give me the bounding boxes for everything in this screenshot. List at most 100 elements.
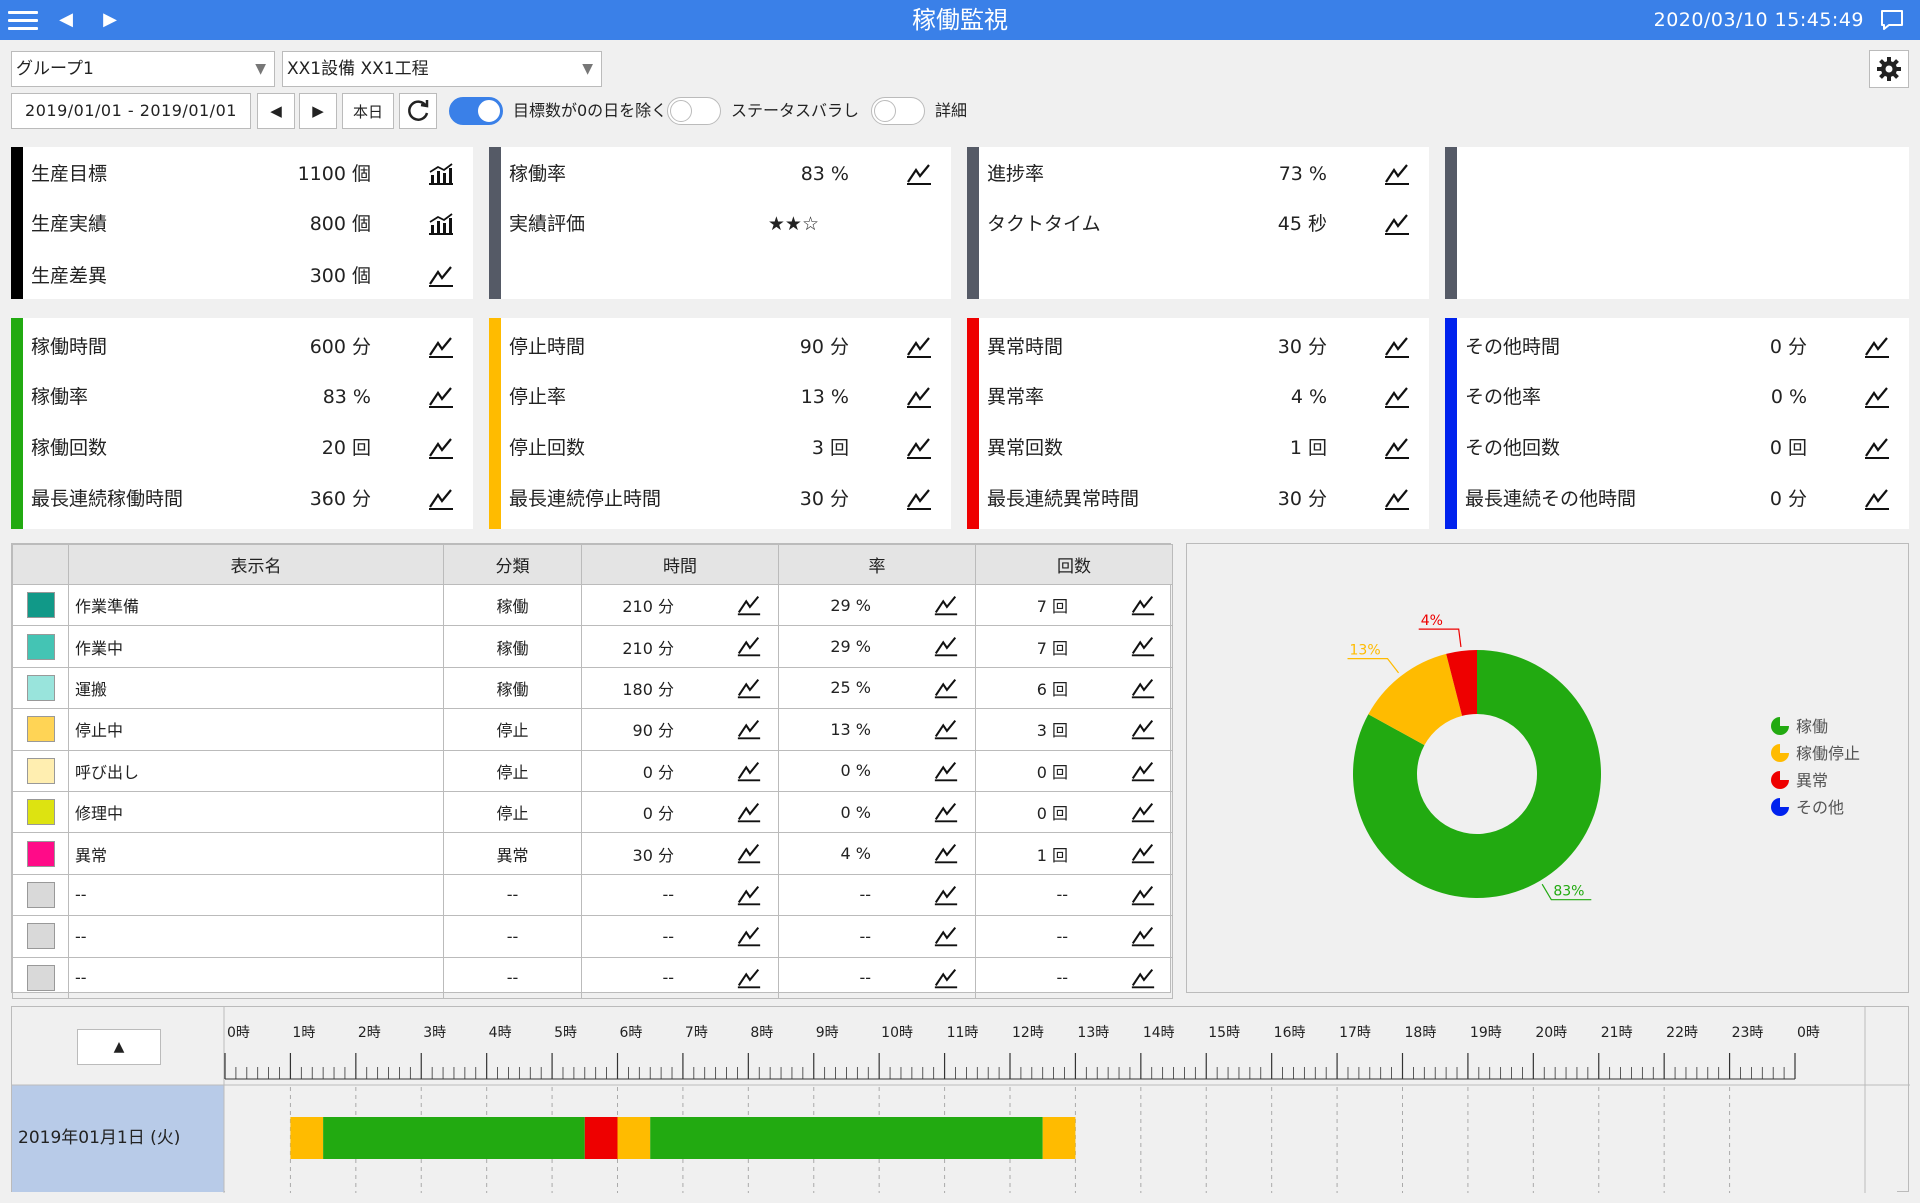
trend-line-icon[interactable]: [736, 883, 762, 907]
timeline-segment[interactable]: [1042, 1117, 1076, 1159]
slice-label: 4%: [1421, 613, 1443, 629]
kpi-label: 停止回数: [509, 437, 586, 459]
exclude-zero-target-toggle[interactable]: [449, 97, 503, 125]
trend-line-icon[interactable]: [736, 800, 762, 824]
trend-line-icon[interactable]: [427, 436, 455, 460]
trend-line-icon[interactable]: [933, 676, 959, 700]
hour-label: 5時: [554, 1025, 577, 1041]
status-rate: --: [859, 968, 871, 988]
status-breakdown-toggle[interactable]: [667, 97, 721, 125]
trend-line-icon[interactable]: [905, 335, 933, 359]
settings-button[interactable]: [1869, 50, 1909, 88]
group-select[interactable]: グループ1 ▼: [11, 51, 275, 87]
trend-line-icon[interactable]: [933, 924, 959, 948]
trend-line-icon[interactable]: [1383, 385, 1411, 409]
trend-line-icon[interactable]: [736, 634, 762, 658]
col-header-rate: 率: [778, 544, 976, 585]
trend-line-icon[interactable]: [905, 385, 933, 409]
date-range-input[interactable]: 2019/01/01 - 2019/01/01: [11, 93, 251, 129]
message-icon[interactable]: [1880, 9, 1904, 31]
col-header-name: 表示名: [68, 544, 444, 585]
trend-line-icon[interactable]: [736, 924, 762, 948]
detail-label: 詳細: [935, 101, 968, 120]
today-button[interactable]: 本日: [342, 93, 394, 129]
trend-line-icon[interactable]: [1130, 676, 1156, 700]
legend-item[interactable]: その他: [1771, 797, 1844, 817]
kpi-value: 30 分: [1277, 336, 1327, 358]
trend-line-icon[interactable]: [1383, 487, 1411, 511]
timeline-segment[interactable]: [650, 1117, 1043, 1159]
legend-item[interactable]: 異常: [1771, 770, 1828, 790]
trend-line-icon[interactable]: [1383, 436, 1411, 460]
trend-line-icon[interactable]: [1863, 385, 1891, 409]
trend-line-icon[interactable]: [1130, 966, 1156, 990]
kpi-value: 30 分: [1277, 488, 1327, 510]
trend-line-icon[interactable]: [905, 436, 933, 460]
table-row: -- -- -- -- --: [12, 915, 1173, 958]
trend-line-icon[interactable]: [1130, 593, 1156, 617]
bar-chart-icon[interactable]: [427, 212, 455, 236]
trend-line-icon[interactable]: [905, 162, 933, 186]
triangle-left-icon: ◀: [270, 102, 282, 120]
table-row: 停止中 停止 90 分 13 % 3 回: [12, 708, 1173, 751]
trend-line-icon[interactable]: [736, 966, 762, 990]
trend-line-icon[interactable]: [427, 487, 455, 511]
legend-item[interactable]: 稼働: [1771, 716, 1828, 736]
trend-line-icon[interactable]: [1863, 487, 1891, 511]
trend-line-icon[interactable]: [1130, 759, 1156, 783]
status-breakdown-label: ステータスバラし: [731, 101, 860, 120]
trend-line-icon[interactable]: [427, 264, 455, 288]
trend-line-icon[interactable]: [1383, 162, 1411, 186]
trend-line-icon[interactable]: [933, 883, 959, 907]
prev-day-button[interactable]: ◀: [257, 93, 295, 129]
trend-line-icon[interactable]: [933, 717, 959, 741]
slice-label: 83%: [1553, 884, 1584, 900]
equipment-select[interactable]: XX1設備 XX1工程 ▼: [282, 51, 602, 87]
trend-line-icon[interactable]: [1130, 924, 1156, 948]
kpi-row: 稼働率 83 %: [509, 159, 951, 189]
trend-line-icon[interactable]: [736, 717, 762, 741]
legend-item[interactable]: 稼働停止: [1771, 743, 1860, 763]
timeline-segment[interactable]: [290, 1117, 324, 1159]
summary-panel-3: [1445, 147, 1909, 299]
equipment-select-value: XX1設備 XX1工程: [287, 59, 429, 79]
trend-line-icon[interactable]: [905, 487, 933, 511]
timeline-segment[interactable]: [617, 1117, 651, 1159]
trend-line-icon[interactable]: [427, 335, 455, 359]
trend-line-icon[interactable]: [1130, 883, 1156, 907]
trend-line-icon[interactable]: [933, 759, 959, 783]
triangle-right-icon: ▶: [312, 102, 324, 120]
trend-line-icon[interactable]: [1130, 717, 1156, 741]
trend-line-icon[interactable]: [1383, 335, 1411, 359]
refresh-button[interactable]: [399, 93, 437, 129]
timeline-segment[interactable]: [323, 1117, 585, 1159]
next-day-button[interactable]: ▶: [299, 93, 337, 129]
trend-line-icon[interactable]: [1863, 335, 1891, 359]
table-row: -- -- -- -- --: [12, 956, 1173, 999]
trend-line-icon[interactable]: [1130, 634, 1156, 658]
trend-line-icon[interactable]: [1383, 212, 1411, 236]
trend-line-icon[interactable]: [933, 634, 959, 658]
legend-label: 稼働停止: [1796, 744, 1860, 763]
trend-line-icon[interactable]: [427, 385, 455, 409]
trend-line-icon[interactable]: [933, 800, 959, 824]
bar-chart-icon[interactable]: [427, 162, 455, 186]
trend-line-icon[interactable]: [736, 676, 762, 700]
trend-line-icon[interactable]: [1863, 436, 1891, 460]
timeline-segment[interactable]: [584, 1117, 618, 1159]
trend-line-icon[interactable]: [1130, 841, 1156, 865]
hour-label: 16時: [1274, 1025, 1306, 1041]
status-panel-1: 停止時間 90 分停止率 13 % 停止回数 3 回最長連続停止時間 30 分: [489, 318, 951, 529]
chevron-down-icon: ▼: [582, 61, 593, 77]
trend-line-icon[interactable]: [736, 841, 762, 865]
trend-line-icon[interactable]: [736, 759, 762, 783]
slice-label-leader: [1347, 658, 1400, 674]
trend-line-icon[interactable]: [933, 966, 959, 990]
kpi-label: 生産差異: [31, 265, 108, 287]
trend-line-icon[interactable]: [933, 841, 959, 865]
detail-toggle[interactable]: [871, 97, 925, 125]
kpi-label: 実績評価: [509, 213, 586, 235]
trend-line-icon[interactable]: [933, 593, 959, 617]
trend-line-icon[interactable]: [736, 593, 762, 617]
trend-line-icon[interactable]: [1130, 800, 1156, 824]
